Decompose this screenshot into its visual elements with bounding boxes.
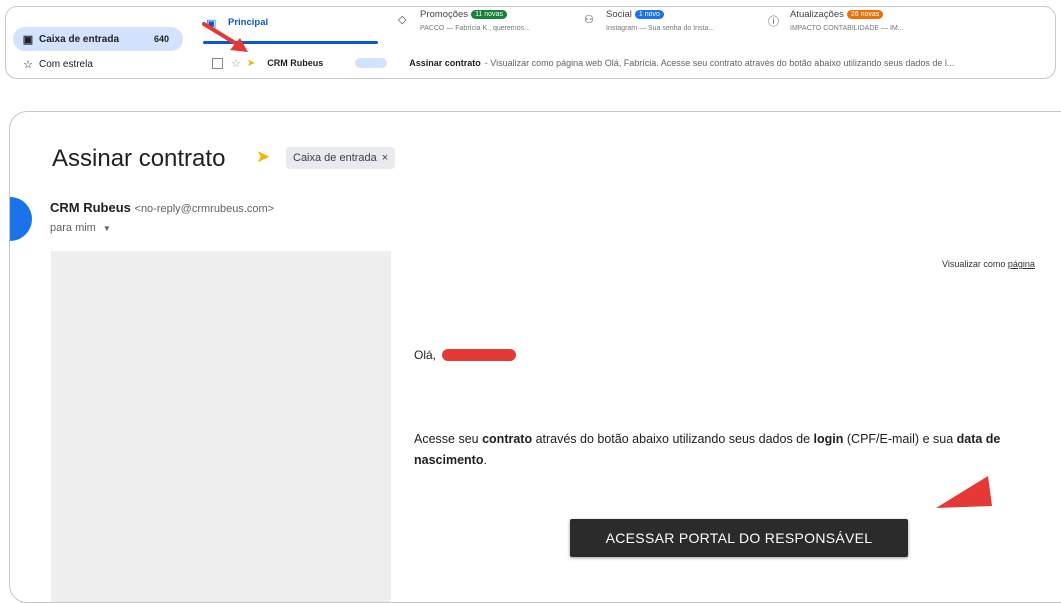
page-title: Assinar contrato <box>52 145 226 172</box>
sidebar-item-label: Caixa de entrada <box>39 33 120 45</box>
sidebar-item-inbox[interactable]: ▣ Caixa de entrada 640 <box>13 27 183 51</box>
redaction-mark <box>442 349 517 361</box>
unread-count: 640 <box>153 34 169 44</box>
access-portal-button[interactable]: ACESSAR PORTAL DO RESPONSÁVEL <box>570 519 908 557</box>
email-body: Acesse seu contrato através do botão aba… <box>414 429 1061 471</box>
star-icon[interactable]: ☆ <box>231 57 241 70</box>
tab-social[interactable]: ⚇ Social 1 novo Instagram — Sua senha do … <box>584 9 754 41</box>
message-view: Assinar contrato ➤ Caixa de entrada × CR… <box>9 111 1061 603</box>
tab-snippet: Instagram — Sua senha do Insta... <box>606 25 715 32</box>
importance-marker-icon[interactable]: ➤ <box>247 58 255 69</box>
recipient-details[interactable]: para mim ▼ <box>50 222 111 234</box>
info-icon: ⓘ <box>768 16 779 28</box>
tab-label: Principal <box>228 17 269 28</box>
body-text: . <box>483 453 487 467</box>
people-icon: ⚇ <box>584 14 594 26</box>
label-chip[interactable]: Caixa de entrada × <box>286 147 396 169</box>
sidebar-item-starred[interactable]: ☆ Com estrela <box>13 52 183 76</box>
new-count-badge: 1 novo <box>634 10 664 19</box>
body-bold: login <box>813 432 844 446</box>
tab-label: Atualizações <box>790 9 844 20</box>
sender-email: <no-reply@crmrubeus.com> <box>134 203 275 215</box>
remove-label-icon[interactable]: × <box>382 152 388 164</box>
view-web-link[interactable]: página <box>1008 259 1035 269</box>
inbox-list-panel: ▣ Caixa de entrada 640 ☆ Com estrela ▣ P… <box>5 6 1056 79</box>
chevron-down-icon[interactable]: ▼ <box>103 224 111 233</box>
label-chip-text: Caixa de entrada <box>293 152 377 164</box>
sender-name[interactable]: CRM Rubeus <box>50 200 131 215</box>
sidebar-item-label: Com estrela <box>39 58 93 70</box>
inbox-icon: ▣ <box>22 33 34 46</box>
greeting-text: Olá, <box>414 348 437 362</box>
email-sender: CRM Rubeus <box>267 58 324 68</box>
body-text: (CPF/E-mail) e sua <box>843 432 957 446</box>
select-checkbox[interactable] <box>212 57 223 69</box>
email-snippet: - Visualizar como página web Olá, Fabríc… <box>484 58 955 68</box>
importance-marker-icon[interactable]: ➤ <box>256 147 270 167</box>
avatar[interactable] <box>10 197 32 241</box>
body-text: através do botão abaixo utilizando seus … <box>532 432 814 446</box>
recipient-label: para mim <box>50 222 96 234</box>
greeting: Olá, <box>414 348 517 362</box>
new-count-badge: 11 novas <box>471 10 507 19</box>
tab-snippet: PACCO — Fabrícia K., queremos... <box>420 25 530 32</box>
tab-label: Social <box>606 9 632 20</box>
email-row[interactable]: ☆ ➤ CRM Rubeus Assinar contrato - Visual… <box>196 52 1055 74</box>
email-image <box>51 251 391 602</box>
email-subject: Assinar contrato <box>409 58 481 68</box>
body-text: Acesse seu <box>414 432 483 446</box>
tab-snippet: IMPACTO CONTABILIDADE — IM... <box>790 25 904 32</box>
star-icon: ☆ <box>23 58 33 71</box>
tab-label: Promoções <box>420 9 469 20</box>
tab-principal[interactable]: ▣ Principal <box>206 9 376 41</box>
view-web-prefix: Visualizar como <box>942 259 1008 269</box>
sender-line: CRM Rubeus <no-reply@crmrubeus.com> <box>50 200 274 215</box>
sender-chip <box>355 58 388 68</box>
body-bold: contrato <box>482 432 533 446</box>
inbox-tab-icon: ▣ <box>206 18 217 30</box>
tab-atualizacoes[interactable]: ⓘ Atualizações 26 novas IMPACTO CONTABILI… <box>768 9 968 41</box>
tab-promocoes[interactable]: ◇ Promoções 11 novas PACCO — Fabrícia K.,… <box>398 9 568 41</box>
new-count-badge: 26 novas <box>846 10 884 19</box>
active-tab-indicator <box>203 41 378 44</box>
view-as-webpage: Visualizar como página <box>942 259 1035 269</box>
tag-icon: ◇ <box>398 14 407 26</box>
